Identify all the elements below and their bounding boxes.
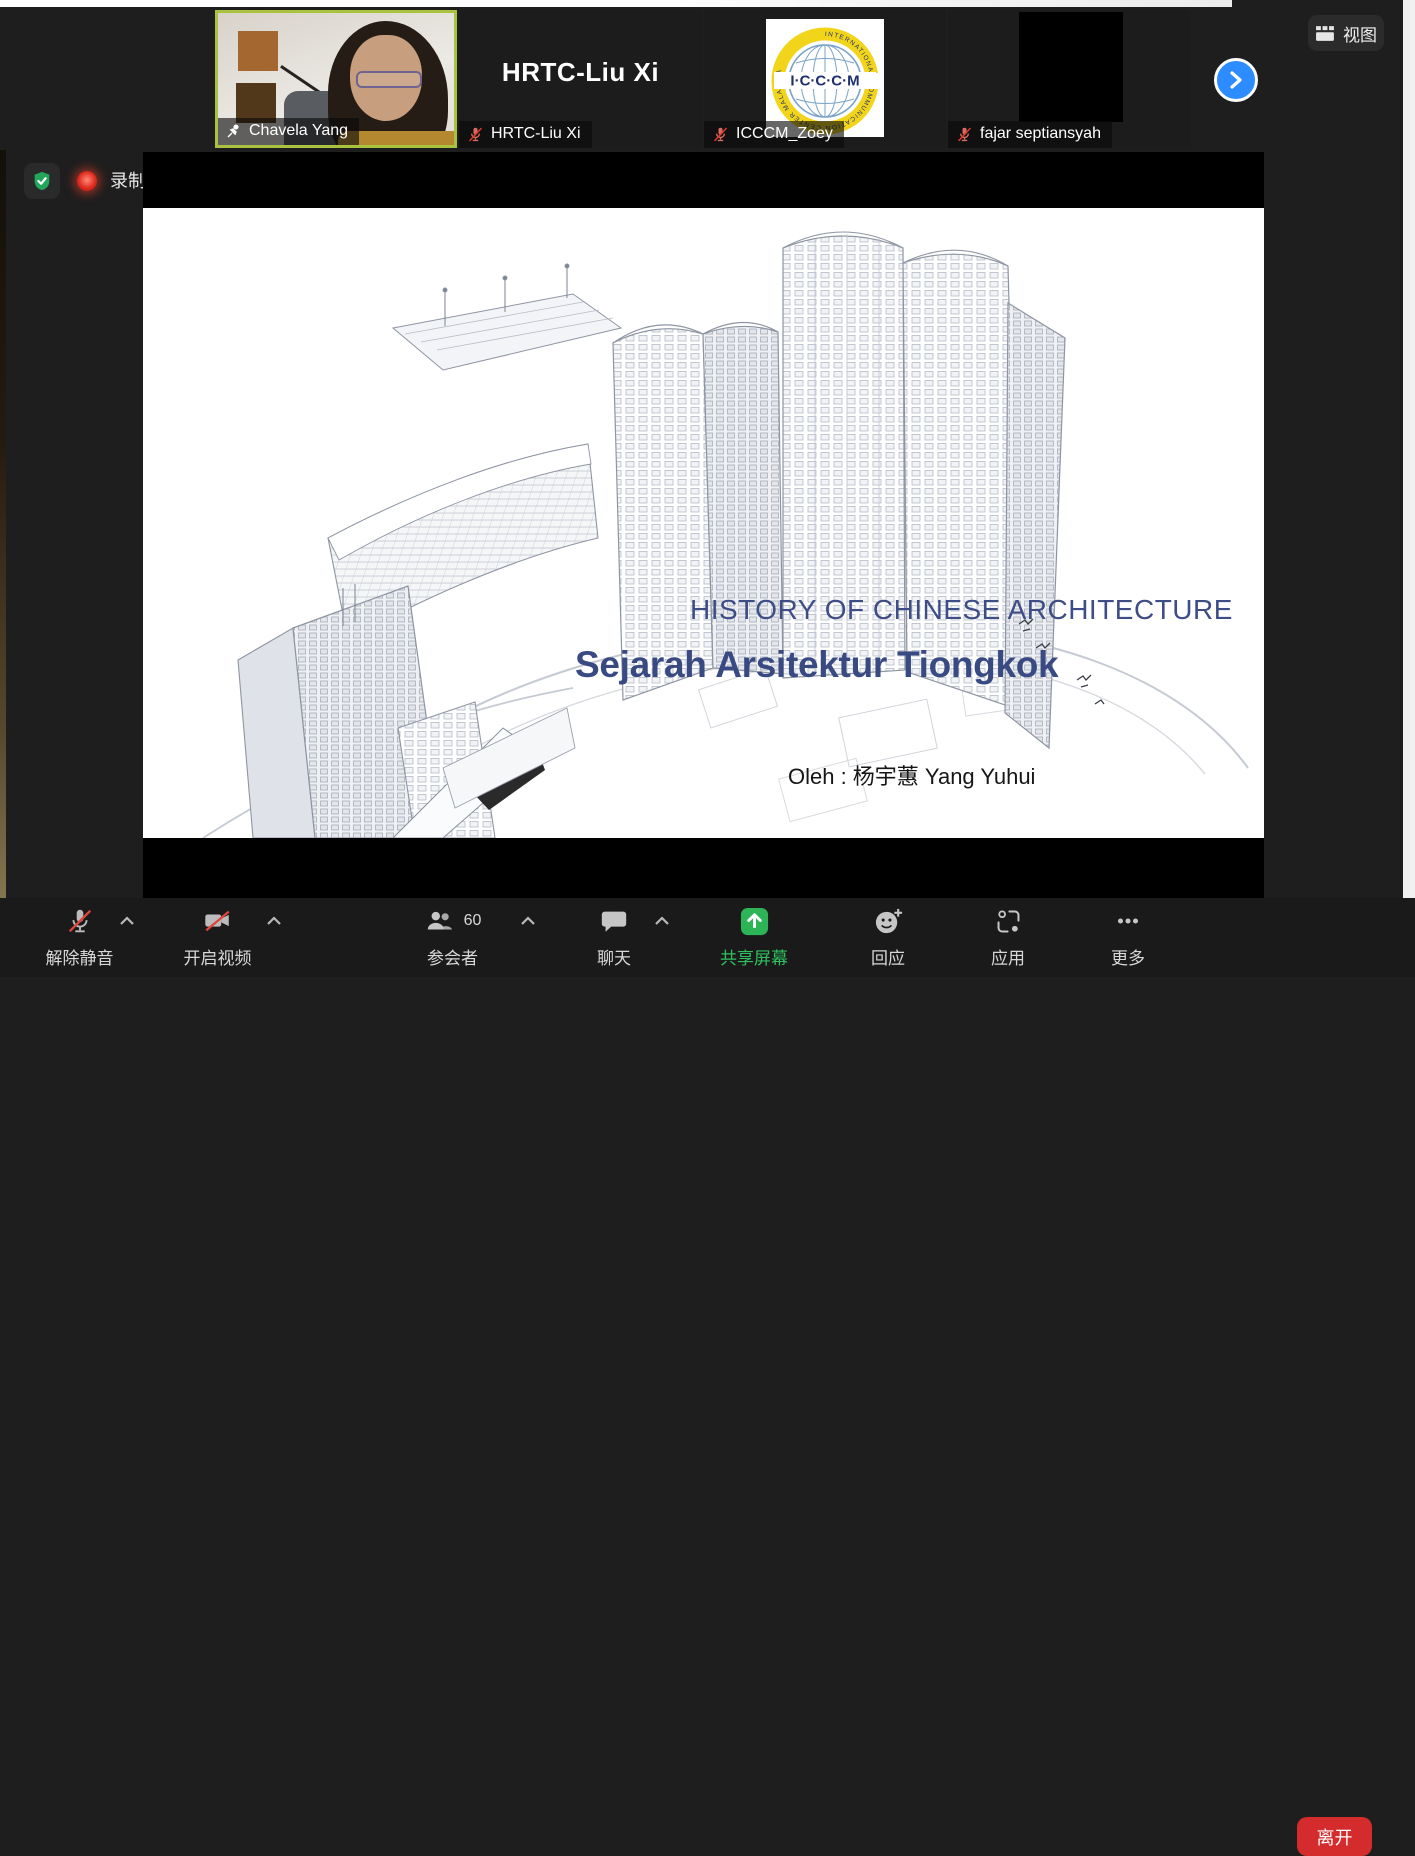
share-screen-button[interactable]: 共享屏幕 <box>706 904 802 969</box>
leave-label: 离开 <box>1317 1824 1353 1850</box>
unmute-label: 解除静音 <box>46 944 114 969</box>
muted-mic-icon <box>712 126 729 143</box>
participants-count: 60 <box>464 912 482 930</box>
chat-label: 聊天 <box>597 944 631 969</box>
next-participants-page-button[interactable] <box>1214 58 1258 102</box>
participant-name-label: Chavela Yang <box>218 118 359 145</box>
apps-icon <box>994 907 1023 936</box>
corkboard <box>236 83 276 123</box>
icccm-logo: INTERNATIONAL COMMUNICATION CENTER MALAY… <box>766 19 884 137</box>
presentation-slide: HISTORY OF CHINESE ARCHITECTURE Sejarah … <box>143 208 1264 838</box>
participant-name-label: fajar septiansyah <box>948 121 1112 148</box>
video-options-chevron[interactable] <box>266 916 282 926</box>
chat-icon <box>599 906 629 936</box>
participants-options-chevron[interactable] <box>520 916 536 926</box>
video-off-icon <box>202 906 233 936</box>
reactions-smiley-icon <box>873 906 904 937</box>
start-video-label: 开启视频 <box>184 944 252 969</box>
pin-icon <box>226 123 242 139</box>
unmute-button[interactable]: 解除静音 <box>32 904 127 969</box>
muted-mic-icon <box>956 126 973 143</box>
video-tile-icccm-zoey[interactable]: INTERNATIONAL COMMUNICATION CENTER MALAY… <box>704 10 946 148</box>
video-tile-hrtc-liu-xi[interactable]: HRTC-Liu Xi HRTC-Liu Xi <box>459 10 702 148</box>
more-label: 更多 <box>1111 944 1145 969</box>
participant-name-label: HRTC-Liu Xi <box>459 121 592 148</box>
share-screen-label: 共享屏幕 <box>720 944 788 969</box>
video-tile-chavela-yang[interactable]: Chavela Yang <box>215 10 457 148</box>
share-screen-icon <box>739 906 770 937</box>
video-tile-fajar-septiansyah[interactable]: fajar septiansyah <box>948 10 1191 148</box>
apps-label: 应用 <box>991 944 1025 969</box>
participant-name: Chavela Yang <box>249 122 348 140</box>
background-window-top-edge <box>0 0 1232 7</box>
corkboard <box>238 31 278 71</box>
participants-label: 参会者 <box>427 944 478 969</box>
recording-indicator-icon[interactable] <box>77 171 97 191</box>
person-glasses <box>356 71 422 88</box>
muted-mic-icon <box>467 126 484 143</box>
background-window-left-edge <box>0 150 6 977</box>
mic-options-chevron[interactable] <box>119 916 135 926</box>
more-button[interactable]: 更多 <box>1089 904 1167 969</box>
participant-name: HRTC-Liu Xi <box>491 125 581 143</box>
chat-button[interactable]: 聊天 <box>575 904 653 969</box>
background-window-right-edge <box>1403 0 1415 977</box>
logo-acronym: I·C·C·C·M <box>790 73 859 90</box>
leave-meeting-button[interactable]: 离开 <box>1297 1817 1372 1856</box>
security-button[interactable] <box>24 163 60 199</box>
apps-button[interactable]: 应用 <box>969 904 1047 969</box>
architecture-wireframe-drawing <box>143 208 1264 838</box>
more-ellipsis-icon <box>1113 906 1143 936</box>
participant-name: fajar septiansyah <box>980 125 1101 143</box>
zoom-meeting-window: { "window": { "view_label": "视图", "recor… <box>0 0 1415 977</box>
slide-title-indonesian: Sejarah Arsitektur Tiongkok <box>575 644 1215 686</box>
gallery-view-icon <box>1315 25 1336 42</box>
meeting-toolbar: 解除静音 开启视频 60 参会者 <box>0 898 1415 977</box>
shield-check-icon <box>31 170 53 192</box>
shared-screen-region: HISTORY OF CHINESE ARCHITECTURE Sejarah … <box>143 152 1264 898</box>
participants-icon <box>424 906 456 936</box>
chevron-right-icon <box>1227 70 1245 90</box>
slide-title-english: HISTORY OF CHINESE ARCHITECTURE <box>690 594 1250 626</box>
participant-name-label: ICCCM_Zoey <box>704 121 844 148</box>
chat-options-chevron[interactable] <box>654 916 670 926</box>
view-button-label: 视图 <box>1343 21 1377 46</box>
reactions-button[interactable]: 回应 <box>849 904 927 969</box>
start-video-button[interactable]: 开启视频 <box>170 904 265 969</box>
slide-author-line: Oleh : 杨宇蕙 Yang Yuhui <box>788 759 1208 791</box>
participants-button[interactable]: 60 参会者 <box>405 904 500 969</box>
view-button[interactable]: 视图 <box>1308 15 1384 51</box>
camera-off-video <box>1019 12 1123 122</box>
participant-name: ICCCM_Zoey <box>736 125 833 143</box>
reactions-label: 回应 <box>871 944 905 969</box>
muted-mic-icon <box>65 906 95 936</box>
